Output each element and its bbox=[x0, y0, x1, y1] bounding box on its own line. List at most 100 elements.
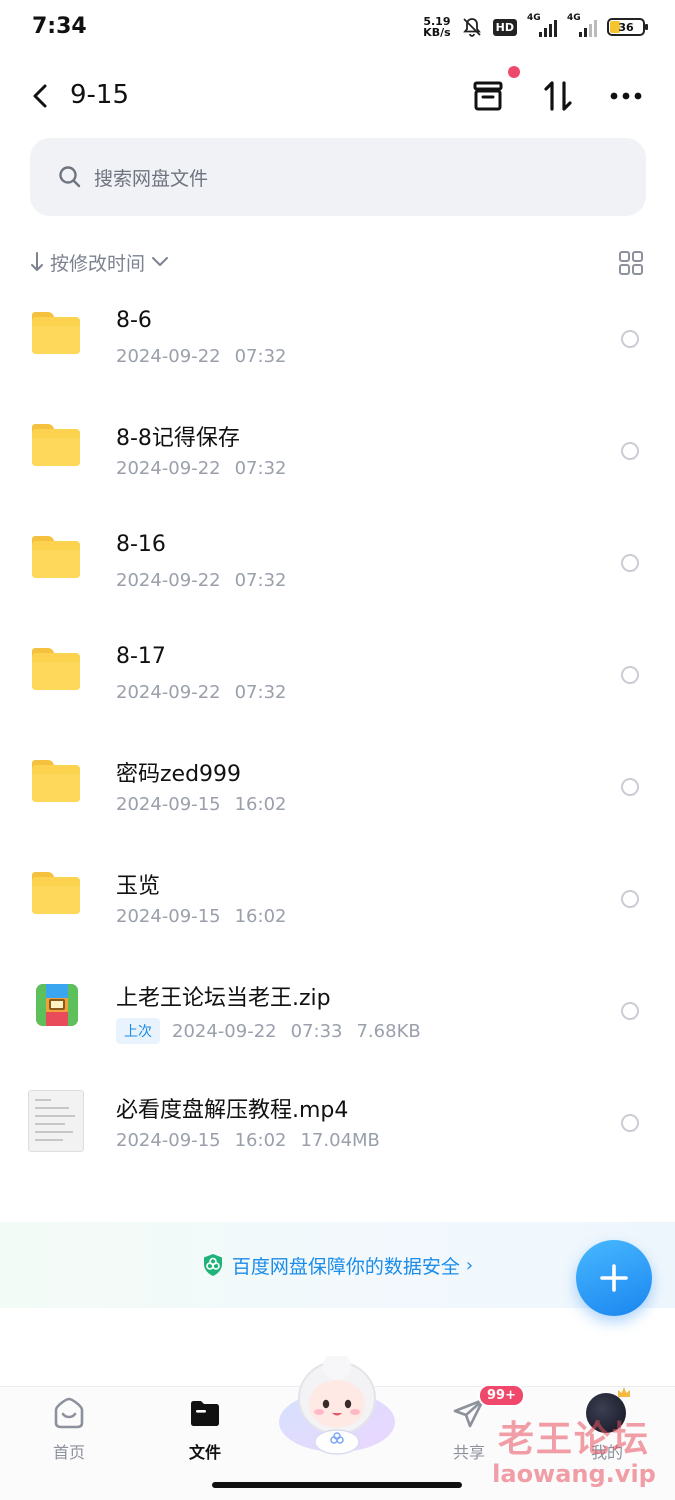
file-date: 2024-09-15 bbox=[116, 794, 221, 815]
arrow-down-icon bbox=[31, 252, 43, 271]
file-time: 16:02 bbox=[234, 794, 287, 815]
add-button[interactable] bbox=[576, 1240, 652, 1316]
file-meta: 2024-09-22 07:32 bbox=[116, 570, 286, 591]
folder-icon bbox=[32, 312, 84, 364]
more-options-button[interactable] bbox=[604, 74, 648, 118]
file-date: 2024-09-22 bbox=[116, 346, 221, 367]
file-time: 16:02 bbox=[234, 906, 287, 927]
sort-label: 按修改时间 bbox=[50, 252, 146, 275]
back-button[interactable] bbox=[24, 76, 56, 116]
select-radio[interactable] bbox=[621, 442, 639, 460]
list-item[interactable]: 密码zed999 2024-09-15 16:02 bbox=[0, 736, 675, 848]
file-name: 密码zed999 bbox=[116, 762, 242, 787]
app-screen: 7:34 5.19 KB/s HD 4G 4G 36 9-15 搜索网盘文件 按… bbox=[0, 0, 675, 1500]
file-time: 07:32 bbox=[234, 458, 287, 479]
file-size: 17.04MB bbox=[300, 1130, 380, 1151]
archive-box-icon bbox=[473, 81, 503, 111]
nav-home[interactable]: 首页 bbox=[14, 1387, 124, 1477]
shield-icon bbox=[203, 1254, 222, 1276]
page-title: 9-15 bbox=[70, 80, 130, 110]
select-radio[interactable] bbox=[621, 1114, 639, 1132]
file-meta: 2024-09-22 07:32 bbox=[116, 682, 286, 703]
file-time: 07:33 bbox=[290, 1020, 343, 1042]
file-time: 07:32 bbox=[234, 570, 287, 591]
file-size: 7.68KB bbox=[356, 1020, 421, 1042]
file-name: 8-8记得保存 bbox=[116, 426, 240, 451]
watermark: 老王论坛 laowang.vip bbox=[484, 1410, 664, 1488]
more-dots-icon bbox=[610, 92, 642, 100]
chevron-left-icon bbox=[33, 84, 47, 108]
folder-icon bbox=[32, 872, 84, 924]
signal-icon-2: 4G bbox=[567, 13, 597, 37]
watermark-url: laowang.vip bbox=[492, 1460, 656, 1488]
last-opened-badge: 上次 bbox=[116, 1018, 160, 1044]
home-indicator[interactable] bbox=[212, 1482, 462, 1488]
file-date: 2024-09-22 bbox=[116, 458, 221, 479]
share-count-badge: 99+ bbox=[478, 1384, 525, 1407]
file-date: 2024-09-22 bbox=[116, 570, 221, 591]
grid-view-icon[interactable] bbox=[618, 250, 644, 276]
file-date: 2024-09-15 bbox=[116, 1130, 221, 1151]
security-banner[interactable]: 百度网盘保障你的数据安全 › bbox=[0, 1222, 675, 1308]
sort-bar: 按修改时间 bbox=[30, 242, 646, 282]
battery-level: 36 bbox=[618, 20, 634, 34]
file-date: 2024-09-15 bbox=[116, 906, 221, 927]
search-icon bbox=[59, 166, 81, 188]
status-icons: 5.19 KB/s HD 4G 4G 36 bbox=[423, 13, 648, 38]
folder-icon bbox=[32, 424, 84, 476]
select-radio[interactable] bbox=[621, 890, 639, 908]
file-time: 16:02 bbox=[234, 1130, 287, 1151]
select-radio[interactable] bbox=[621, 554, 639, 572]
select-radio[interactable] bbox=[621, 666, 639, 684]
nav-files[interactable]: 文件 bbox=[150, 1387, 260, 1477]
file-name: 8-6 bbox=[116, 308, 152, 333]
home-icon bbox=[54, 1397, 84, 1429]
file-meta: 2024-09-22 07:32 bbox=[116, 458, 286, 479]
file-date: 2024-09-22 bbox=[116, 682, 221, 703]
list-item[interactable]: 8-8记得保存 2024-09-22 07:32 bbox=[0, 400, 675, 512]
search-input[interactable]: 搜索网盘文件 bbox=[30, 138, 646, 216]
video-thumbnail-icon bbox=[28, 1090, 84, 1152]
file-name: 上老王论坛当老王.zip bbox=[116, 986, 331, 1011]
signal-icon: 4G bbox=[527, 13, 557, 37]
file-name: 8-17 bbox=[116, 644, 166, 669]
zip-archive-icon bbox=[32, 984, 84, 1036]
file-name: 8-16 bbox=[116, 532, 166, 557]
sort-arrows-icon bbox=[544, 81, 572, 111]
list-item[interactable]: 上老王论坛当老王.zip 上次 2024-09-22 07:33 7.68KB bbox=[0, 960, 675, 1072]
chevron-down-icon bbox=[152, 257, 169, 266]
sort-by-button[interactable]: 按修改时间 bbox=[30, 249, 169, 276]
mascot-assistant-icon[interactable] bbox=[276, 1356, 398, 1456]
net-speed-unit: KB/s bbox=[423, 26, 451, 39]
list-item[interactable]: 必看度盘解压教程.mp4 2024-09-15 16:02 17.04MB bbox=[0, 1072, 675, 1184]
chevron-right-icon: › bbox=[465, 1254, 474, 1276]
list-item[interactable]: 8-6 2024-09-22 07:32 bbox=[0, 288, 675, 400]
select-radio[interactable] bbox=[621, 778, 639, 796]
net-speed: 5.19 KB/s bbox=[423, 16, 450, 38]
sort-toggle-button[interactable] bbox=[536, 74, 580, 118]
folder-icon bbox=[32, 648, 84, 700]
nav-home-label: 首页 bbox=[52, 1443, 85, 1462]
file-time: 07:32 bbox=[234, 346, 287, 367]
select-radio[interactable] bbox=[621, 330, 639, 348]
file-meta: 2024-09-15 16:02 bbox=[116, 794, 286, 815]
banner-text: 百度网盘保障你的数据安全 bbox=[231, 1255, 460, 1278]
folder-icon bbox=[32, 536, 84, 588]
transfer-list-button[interactable] bbox=[466, 74, 510, 118]
select-radio[interactable] bbox=[621, 1002, 639, 1020]
notification-dot bbox=[508, 66, 520, 78]
list-item[interactable]: 玉览 2024-09-15 16:02 bbox=[0, 848, 675, 960]
list-item[interactable]: 8-16 2024-09-22 07:32 bbox=[0, 512, 675, 624]
nav-files-label: 文件 bbox=[188, 1443, 221, 1462]
crown-icon bbox=[618, 1387, 630, 1397]
file-name: 玉览 bbox=[116, 874, 161, 899]
file-time: 07:32 bbox=[234, 682, 287, 703]
file-meta: 2024-09-15 16:02 17.04MB bbox=[116, 1130, 380, 1151]
watermark-title: 老王论坛 bbox=[497, 1418, 650, 1460]
hd-voice-icon: HD bbox=[492, 18, 517, 36]
signal-label-2: 4G bbox=[567, 13, 581, 23]
plus-icon bbox=[600, 1264, 628, 1292]
file-name: 必看度盘解压教程.mp4 bbox=[116, 1098, 349, 1123]
list-item[interactable]: 8-17 2024-09-22 07:32 bbox=[0, 624, 675, 736]
file-meta: 上次 2024-09-22 07:33 7.68KB bbox=[116, 1018, 421, 1044]
